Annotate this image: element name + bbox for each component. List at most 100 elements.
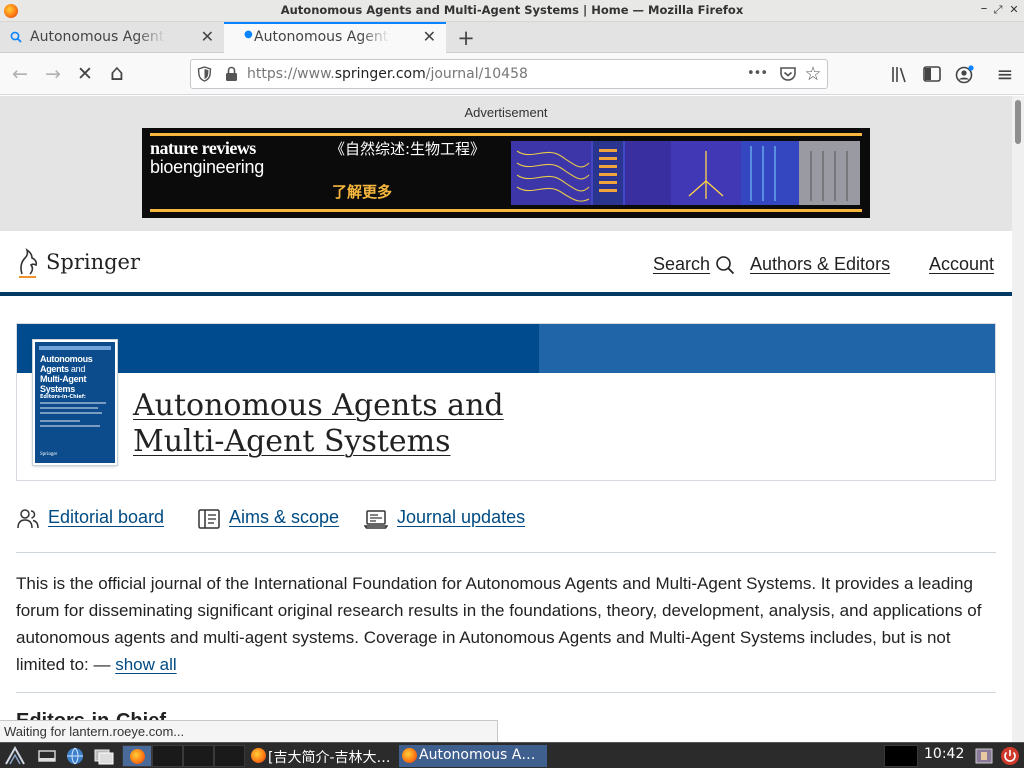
journal-card-band-right [539, 324, 995, 373]
journal-cover-image[interactable]: Autonomous Agents and Multi-Agent System… [33, 340, 117, 465]
search-icon [10, 31, 22, 43]
cover-title: Autonomous Agents and Multi-Agent System… [40, 354, 115, 394]
loading-dot-icon: ● [244, 29, 253, 40]
tab-label: Autonomous Agents and Multi-Agent System… [30, 29, 166, 45]
workspace-2[interactable] [183, 745, 214, 767]
people-icon [17, 509, 39, 529]
journal-title[interactable]: Autonomous Agents and Multi-Agent System… [133, 388, 504, 460]
show-all-link[interactable]: show all [115, 655, 176, 674]
aims-scope-link[interactable]: Aims & scope [229, 507, 339, 528]
ad-learn-more[interactable]: 了解更多 [332, 181, 392, 202]
authors-editors-link[interactable]: Authors & Editors [750, 254, 890, 275]
cover-text-lines [40, 402, 106, 430]
firefox-icon [402, 748, 417, 763]
journal-description: This is the official journal of the Inte… [16, 570, 996, 678]
cover-title-line: Agents [40, 364, 69, 374]
start-menu-icon[interactable] [4, 746, 26, 766]
springer-logo-text[interactable]: Springer [46, 250, 140, 274]
file-manager-icon[interactable] [93, 746, 115, 766]
ad-brand-line1: nature reviews [150, 138, 256, 158]
journal-title-line1: Autonomous Agents and [133, 388, 504, 423]
window-titlebar: Autonomous Agents and Multi-Agent System… [0, 0, 1024, 22]
taskbar-window-label: [吉大简介-吉林大… [268, 750, 391, 766]
url-text[interactable]: https://www.springer.com/journal/10458 [247, 66, 528, 82]
cover-title-line: Multi-Agent [40, 374, 87, 384]
stop-button[interactable]: ✕ [73, 62, 97, 86]
pocket-icon[interactable] [777, 65, 799, 83]
account-link[interactable]: Account [929, 254, 994, 275]
ad-bottom-rule [150, 209, 862, 212]
header-search-link[interactable]: Search [653, 254, 710, 275]
ad-brand-line2: bioengineering [150, 157, 264, 177]
url-bar[interactable]: https://www.springer.com/journal/10458 •… [190, 59, 828, 89]
workspace-1[interactable] [152, 745, 183, 767]
firefox-icon [130, 749, 145, 764]
close-tab-icon[interactable]: ✕ [423, 27, 436, 46]
springer-header: Springer Search Authors & Editors Accoun… [0, 231, 1012, 296]
back-button[interactable]: ← [8, 62, 32, 86]
url-path: /journal/10458 [425, 66, 528, 82]
journal-title-line2: Multi-Agent Systems [133, 424, 451, 459]
account-icon[interactable] [955, 65, 975, 85]
tab-springer-search[interactable]: Autonomous Agents and Multi-Agent System… [0, 22, 224, 53]
library-icon[interactable] [891, 66, 909, 83]
show-desktop-icon[interactable] [36, 746, 58, 766]
restore-button[interactable]: ⤢ [990, 3, 1006, 17]
section-divider [16, 692, 996, 693]
ad-banner[interactable]: nature reviews bioengineering 《自然综述:生物工程… [142, 128, 870, 218]
search-icon[interactable] [715, 255, 735, 275]
page-scrollbar[interactable] [1012, 96, 1024, 742]
springer-horse-logo-icon[interactable] [16, 248, 42, 280]
bookmark-star-button[interactable]: ☆ [802, 62, 824, 86]
lock-icon[interactable] [225, 66, 238, 82]
taskbar-window-jlu[interactable]: [吉大简介-吉林大… [248, 745, 396, 767]
ad-top-rule [150, 133, 862, 136]
laptop-icon [364, 510, 388, 529]
ad-headline: 《自然综述:生物工程》 [330, 140, 486, 158]
tray-area [884, 745, 918, 767]
window-close-button[interactable]: ✕ [1006, 3, 1022, 16]
editorial-board-link[interactable]: Editorial board [48, 507, 164, 528]
new-tab-button[interactable]: + [455, 26, 477, 50]
firefox-icon [251, 748, 266, 763]
user-tray-icon[interactable] [973, 746, 995, 766]
home-button[interactable]: ⌂ [105, 62, 129, 86]
url-host: springer.com [334, 66, 426, 82]
taskbar-clock[interactable]: 10:42 [924, 746, 964, 762]
taskbar-window-label: Autonomous A… [419, 747, 536, 763]
scrollbar-thumb[interactable] [1015, 100, 1021, 144]
web-browser-icon[interactable] [64, 746, 86, 766]
advertisement-band: Advertisement nature reviews bioengineer… [0, 96, 1012, 231]
page-viewport: Advertisement nature reviews bioengineer… [0, 96, 1012, 742]
close-tab-icon[interactable]: ✕ [201, 27, 214, 46]
page-actions-button[interactable]: ••• [746, 62, 768, 86]
taskbar-window-active[interactable]: Autonomous A… [399, 745, 547, 767]
os-taskbar: [吉大简介-吉林大… Autonomous A… 10:42 [0, 742, 1024, 768]
advertisement-label: Advertisement [464, 105, 548, 120]
book-icon [198, 509, 220, 529]
cover-title-line: Autonomous [40, 354, 93, 364]
hamburger-menu-button[interactable]: ≡ [993, 62, 1017, 86]
tab-label: Autonomous Agents and Multi-Agent System… [254, 29, 390, 45]
tab-journal-home[interactable]: ● Autonomous Agents and Multi-Agent Syst… [224, 22, 446, 53]
sidebar-icon[interactable] [923, 66, 941, 82]
tab-strip: Autonomous Agents and Multi-Agent System… [0, 22, 1024, 53]
cover-editors-label: Editors-in-Chief: [40, 394, 86, 400]
workspace-3[interactable] [214, 745, 245, 767]
tracking-shield-icon[interactable] [197, 66, 212, 82]
power-icon[interactable] [999, 746, 1021, 766]
section-divider [16, 552, 996, 553]
cover-publisher: Springer [40, 452, 58, 457]
status-bar: Waiting for lantern.roeye.com... [0, 720, 498, 742]
cover-title-line: Systems [40, 384, 75, 394]
ad-artwork-image [511, 141, 860, 205]
forward-button[interactable]: → [41, 62, 65, 86]
journal-updates-link[interactable]: Journal updates [397, 507, 525, 528]
url-prefix: https://www. [247, 66, 335, 82]
window-title: Autonomous Agents and Multi-Agent System… [280, 3, 744, 17]
journal-card: Autonomous Agents and Multi-Agent System… [16, 323, 996, 481]
firefox-launcher[interactable] [122, 745, 152, 767]
cover-stripe [39, 346, 111, 350]
cover-title-and: and [70, 364, 86, 374]
navigation-toolbar: ← → ✕ ⌂ https://www.springer.com/journal… [0, 53, 1024, 95]
